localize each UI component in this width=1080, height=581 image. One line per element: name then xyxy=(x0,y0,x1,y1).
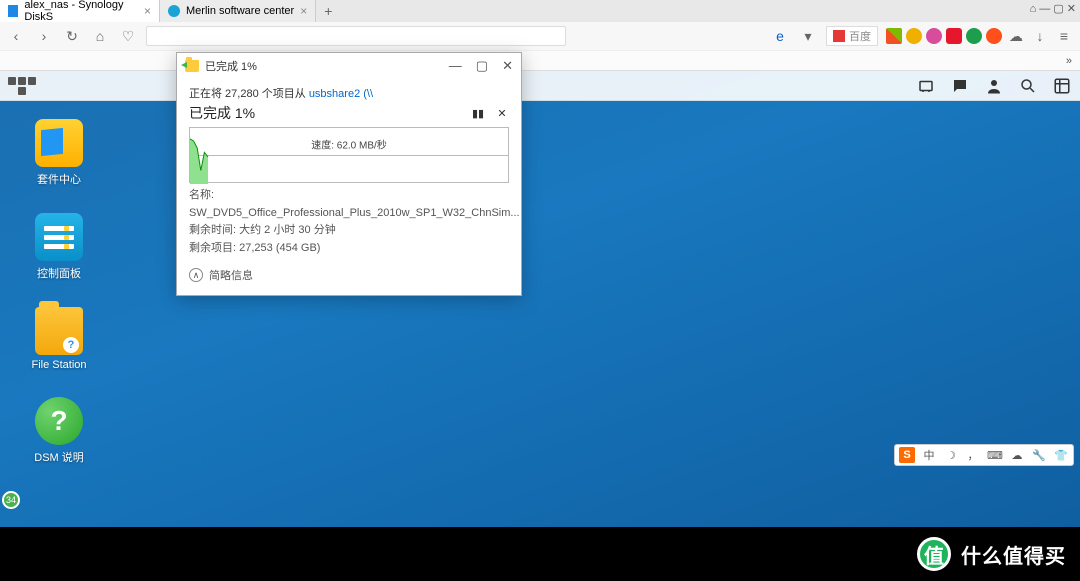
copy-meta: 名称: SW_DVD5_Office_Professional_Plus_201… xyxy=(189,187,509,257)
cancel-button[interactable]: ✕ xyxy=(495,106,509,120)
maximize-button[interactable]: ▢ xyxy=(476,58,488,74)
time-label: 剩余时间: xyxy=(189,224,239,236)
tab-strip: alex_nas - Synology DiskS × Merlin softw… xyxy=(0,0,1080,22)
new-tab-button[interactable]: + xyxy=(316,3,340,19)
reload-button[interactable]: ↻ xyxy=(62,26,82,46)
minimize-button[interactable]: — xyxy=(449,58,462,74)
cloud-icon[interactable]: ☁ xyxy=(1006,26,1026,46)
desktop-icon-grid: 套件中心 控制面板 File Station ? DSM 说明 xyxy=(22,119,96,465)
favicon-dsm-icon xyxy=(8,5,18,17)
tab-label: alex_nas - Synology DiskS xyxy=(24,0,138,23)
icon-label: 套件中心 xyxy=(37,171,81,187)
skin-icon[interactable]: 👕 xyxy=(1053,447,1069,463)
baidu-icon xyxy=(833,30,845,42)
bookmark-overflow[interactable]: » xyxy=(1066,55,1072,67)
icon-label: 控制面板 xyxy=(37,265,81,281)
brief-label: 简略信息 xyxy=(209,267,253,283)
search-icon[interactable] xyxy=(1018,76,1038,96)
moon-icon[interactable]: ☽ xyxy=(943,447,959,463)
time-value: 大约 2 小时 30 分钟 xyxy=(239,224,336,236)
settings-icon[interactable]: 🔧 xyxy=(1031,447,1047,463)
close-icon[interactable]: × xyxy=(144,4,151,18)
smzdm-logo-icon: 值 xyxy=(917,537,951,571)
items-value: 27,253 (454 GB) xyxy=(239,242,320,254)
copy-prefix: 正在将 27,280 个项目从 xyxy=(189,88,309,100)
dropdown-icon[interactable]: ▾ xyxy=(798,26,818,46)
back-button[interactable]: ‹ xyxy=(6,26,26,46)
tab-merlin[interactable]: Merlin software center × xyxy=(160,0,316,22)
external-device-icon[interactable] xyxy=(916,76,936,96)
tab-synology[interactable]: alex_nas - Synology DiskS × xyxy=(0,0,160,22)
dsm-help-icon[interactable]: ? DSM 说明 xyxy=(22,397,96,465)
home-button[interactable]: ⌂ xyxy=(90,26,110,46)
download-icon[interactable]: ↓ xyxy=(1030,26,1050,46)
browser-chrome: alex_nas - Synology DiskS × Merlin softw… xyxy=(0,0,1080,71)
tab-label: Merlin software center xyxy=(186,5,294,17)
name-value: SW_DVD5_Office_Professional_Plus_2010w_S… xyxy=(189,207,520,219)
punct-icon[interactable]: ， xyxy=(965,447,981,463)
bookmark-bar: » xyxy=(0,50,1080,70)
speed-chart: 速度: 62.0 MB/秒 xyxy=(189,127,509,183)
package-center-icon[interactable]: 套件中心 xyxy=(22,119,96,187)
window-controls[interactable]: ⌂ — ▢ ✕ xyxy=(1030,2,1076,15)
coin-icon[interactable] xyxy=(906,28,922,44)
dsm-tray xyxy=(916,76,1072,96)
search-box[interactable]: 百度 xyxy=(826,26,878,46)
bag-icon xyxy=(35,119,83,167)
dialog-body: 正在将 27,280 个项目从 usbshare2 (\\ 已完成 1% ▮▮ … xyxy=(177,79,521,295)
chat-icon[interactable] xyxy=(950,76,970,96)
ime-toolbar[interactable]: S 中 ☽ ， ⌨ ☁ 🔧 👕 xyxy=(894,444,1074,466)
shield-icon[interactable]: ♡ xyxy=(118,26,138,46)
watermark-text: 什么值得买 xyxy=(961,540,1066,569)
icon-label: File Station xyxy=(31,359,86,371)
ext-icon[interactable] xyxy=(926,28,942,44)
close-icon[interactable]: × xyxy=(300,4,307,18)
dsm-taskbar xyxy=(0,71,1080,101)
copy-source-line: 正在将 27,280 个项目从 usbshare2 (\\ xyxy=(189,85,509,101)
copy-source-link[interactable]: usbshare2 (\\ xyxy=(309,88,373,100)
control-panel-icon[interactable]: 控制面板 xyxy=(22,213,96,281)
user-icon[interactable] xyxy=(984,76,1004,96)
dsm-desktop: 套件中心 控制面板 File Station ? DSM 说明 34 S 中 ☽… xyxy=(0,71,1080,528)
file-station-icon[interactable]: File Station xyxy=(22,307,96,371)
menu-icon[interactable]: ≡ xyxy=(1054,26,1074,46)
ime-lang[interactable]: 中 xyxy=(921,447,937,463)
keyboard-icon[interactable]: ⌨ xyxy=(987,447,1003,463)
items-label: 剩余项目: xyxy=(189,242,239,254)
weibo-icon[interactable] xyxy=(946,28,962,44)
close-button[interactable]: ✕ xyxy=(502,58,513,74)
pause-button[interactable]: ▮▮ xyxy=(471,106,485,120)
extension-tray: ☁ ↓ ≡ xyxy=(886,26,1074,46)
ie-icon[interactable]: e xyxy=(770,26,790,46)
speed-label: 速度: 62.0 MB/秒 xyxy=(309,137,389,152)
forward-button[interactable]: › xyxy=(34,26,54,46)
sogou-icon[interactable]: S xyxy=(899,447,915,463)
ms-icon[interactable] xyxy=(886,28,902,44)
folder-icon xyxy=(35,307,83,355)
file-copy-dialog: 已完成 1% — ▢ ✕ 正在将 27,280 个项目从 usbshare2 (… xyxy=(176,52,522,296)
dialog-titlebar[interactable]: 已完成 1% — ▢ ✕ xyxy=(177,53,521,79)
address-bar[interactable] xyxy=(146,26,566,46)
widget-icon[interactable] xyxy=(1052,76,1072,96)
ext2-icon[interactable] xyxy=(966,28,982,44)
cloud-icon[interactable]: ☁ xyxy=(1009,447,1025,463)
progress-percent: 已完成 1% xyxy=(189,103,255,123)
sliders-icon xyxy=(35,213,83,261)
question-icon: ? xyxy=(35,397,83,445)
browser-toolbar: ‹ › ↻ ⌂ ♡ e ▾ 百度 ☁ ↓ ≡ xyxy=(0,22,1080,50)
folder-transfer-icon xyxy=(185,60,199,72)
icon-label: DSM 说明 xyxy=(34,449,84,465)
notification-badge[interactable]: 34 xyxy=(2,491,20,509)
favicon-merlin-icon xyxy=(168,5,180,17)
name-label: 名称: xyxy=(189,189,214,201)
chevron-up-icon: ∧ xyxy=(189,268,203,282)
search-placeholder: 百度 xyxy=(849,28,871,44)
dialog-title: 已完成 1% xyxy=(205,58,257,74)
dsm-main-menu-button[interactable] xyxy=(8,74,36,98)
brief-info-toggle[interactable]: ∧ 简略信息 xyxy=(189,267,509,283)
watermark-footer: 值 什么值得买 xyxy=(0,527,1080,581)
ext3-icon[interactable] xyxy=(986,28,1002,44)
